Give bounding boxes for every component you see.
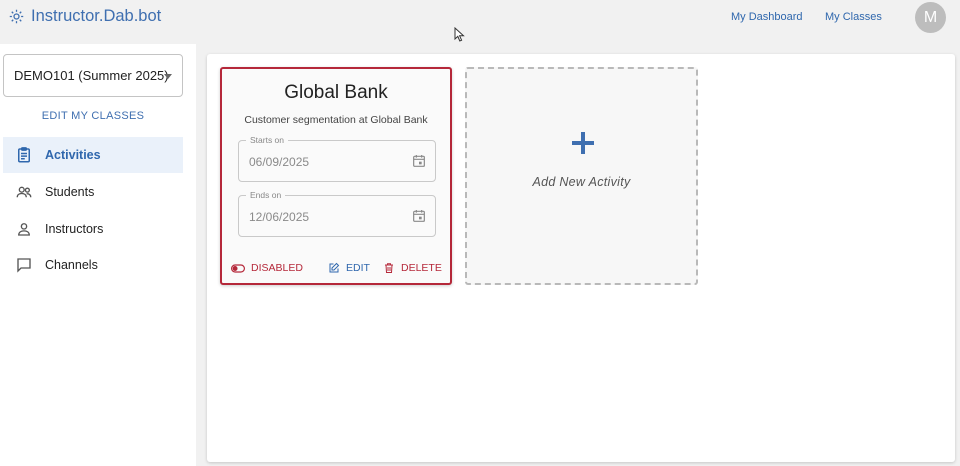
sidebar-item-label: Students	[45, 185, 95, 199]
plus-icon	[572, 132, 594, 154]
delete-label: DELETE	[401, 262, 442, 274]
ends-on-label: Ends on	[246, 190, 286, 200]
brand-name: Instructor.Dab.bot	[31, 7, 162, 25]
starts-on-field[interactable]: Starts on 06/09/2025	[238, 135, 436, 182]
edit-button[interactable]: EDIT	[328, 262, 370, 274]
clipboard-icon	[15, 146, 33, 164]
ends-on-value: 12/06/2025	[249, 210, 310, 224]
top-bar: Instructor.Dab.bot My Dashboard My Class…	[0, 0, 960, 44]
class-select-value: DEMO101 (Summer 2025)	[14, 68, 169, 83]
sidebar-item-instructors[interactable]: Instructors	[3, 211, 183, 247]
toggle-off-icon	[231, 263, 245, 273]
starts-on-label: Starts on	[246, 135, 289, 145]
activity-description: Customer segmentation at Global Bank	[244, 114, 428, 126]
my-dashboard-link[interactable]: My Dashboard	[731, 11, 803, 23]
calendar-icon[interactable]	[411, 208, 427, 224]
starts-on-value: 06/09/2025	[249, 155, 310, 169]
person-icon	[15, 220, 33, 238]
sidebar-item-students[interactable]: Students	[3, 174, 183, 210]
chat-icon	[15, 256, 33, 274]
sidebar-item-label: Instructors	[45, 222, 104, 236]
activity-card: Global Bank Customer segmentation at Glo…	[220, 67, 452, 285]
calendar-icon[interactable]	[411, 153, 427, 169]
class-select[interactable]: DEMO101 (Summer 2025)	[3, 54, 183, 97]
settings-gear-icon	[9, 9, 24, 24]
add-new-activity-label: Add New Activity	[532, 175, 631, 189]
disabled-label: DISABLED	[251, 262, 303, 274]
mouse-cursor-icon	[454, 27, 465, 42]
add-new-activity-card[interactable]: Add New Activity	[465, 67, 698, 285]
my-classes-link[interactable]: My Classes	[825, 11, 882, 23]
avatar-letter: M	[923, 8, 938, 26]
edit-my-classes-link[interactable]: EDIT MY CLASSES	[0, 110, 186, 122]
sidebar-item-label: Channels	[45, 258, 98, 272]
sidebar-item-label: Activities	[45, 148, 101, 162]
edit-label: EDIT	[346, 262, 370, 274]
disabled-toggle-button[interactable]: DISABLED	[231, 262, 303, 274]
chevron-down-icon	[164, 74, 172, 79]
people-icon	[15, 183, 33, 201]
sidebar-item-activities[interactable]: Activities	[3, 137, 183, 173]
sidebar-item-channels[interactable]: Channels	[3, 247, 183, 283]
delete-button[interactable]: DELETE	[383, 262, 442, 274]
ends-on-field[interactable]: Ends on 12/06/2025	[238, 190, 436, 237]
activity-title: Global Bank	[284, 82, 388, 103]
avatar[interactable]: M	[915, 2, 946, 33]
trash-icon	[385, 263, 393, 273]
sidebar: DEMO101 (Summer 2025) EDIT MY CLASSES Ac…	[0, 44, 196, 466]
brand[interactable]: Instructor.Dab.bot	[8, 7, 161, 26]
edit-icon	[329, 262, 340, 273]
